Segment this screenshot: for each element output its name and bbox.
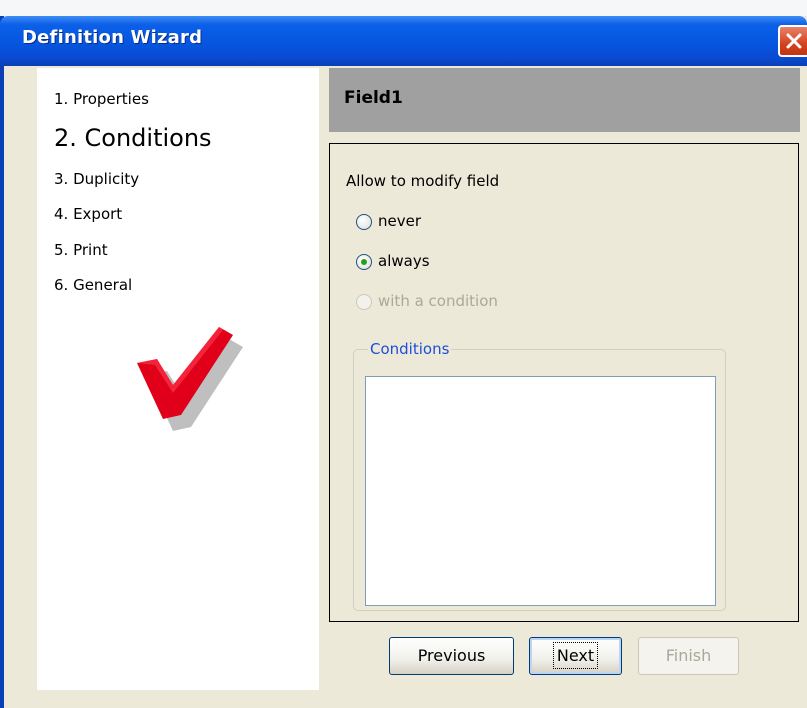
field-name: Field1 — [344, 88, 403, 108]
steps-panel: 1. Properties 2. Conditions 3. Duplicity… — [37, 68, 319, 690]
radio-always-label: always — [378, 252, 430, 270]
previous-label: Previous — [417, 646, 486, 665]
radio-with-condition-label: with a condition — [378, 292, 498, 310]
radio-selected-dot — [361, 259, 367, 265]
close-icon — [786, 33, 802, 49]
step-conditions: 2. Conditions — [54, 124, 212, 152]
conditions-form: Allow to modify field never always with … — [329, 143, 799, 622]
close-button[interactable] — [778, 25, 807, 57]
checkmark-icon — [137, 327, 243, 431]
radio-with-condition-button — [356, 294, 372, 310]
field-header: Field1 — [329, 68, 800, 132]
conditions-group: Conditions — [353, 340, 726, 611]
next-label: Next — [552, 642, 599, 669]
conditions-list[interactable] — [365, 376, 716, 606]
window-title: Definition Wizard — [22, 27, 203, 48]
radio-never-button[interactable] — [356, 214, 372, 230]
step-export: 4. Export — [54, 205, 123, 223]
finish-label: Finish — [665, 646, 712, 665]
step-general: 6. General — [54, 276, 133, 294]
modify-label: Allow to modify field — [346, 172, 500, 190]
radio-always-button[interactable] — [356, 254, 372, 270]
step-print: 5. Print — [54, 241, 108, 259]
next-button[interactable]: Next — [529, 637, 622, 675]
step-duplicity: 3. Duplicity — [54, 170, 140, 188]
title-bar[interactable]: Definition Wizard — [0, 16, 807, 66]
step-properties: 1. Properties — [54, 90, 149, 108]
finish-button: Finish — [638, 637, 739, 675]
previous-button[interactable]: Previous — [389, 637, 514, 675]
radio-never-label: never — [378, 212, 422, 230]
conditions-legend: Conditions — [368, 340, 452, 358]
